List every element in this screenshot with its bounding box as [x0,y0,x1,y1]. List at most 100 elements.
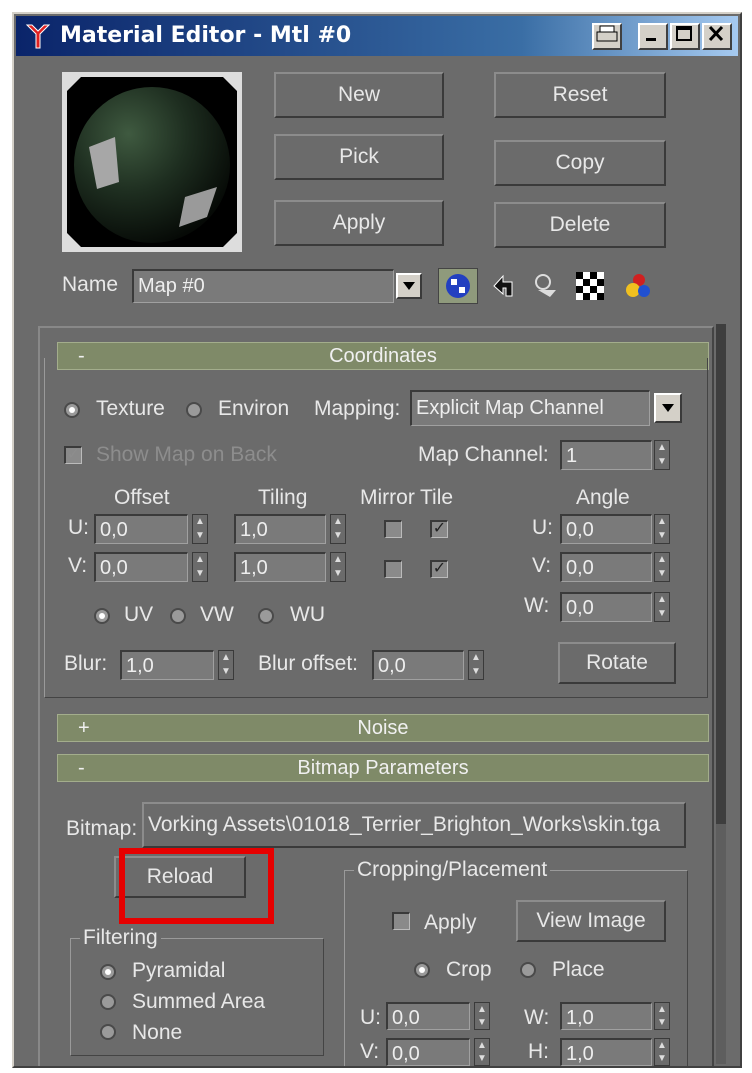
offset-v-field[interactable]: 0,0 [94,552,188,582]
name-label: Name [62,273,119,296]
rotate-button[interactable]: Rotate [558,642,676,684]
cropping-placement-title: Cropping/Placement [354,858,551,882]
none-radio[interactable] [100,1024,116,1040]
crop-w-spinner[interactable]: ▲ ▼ [654,1002,670,1030]
tiling-v-field[interactable]: 1,0 [234,552,326,582]
angle-v-label: V: [532,554,552,577]
crop-u-spinner[interactable]: ▲ ▼ [474,1002,490,1030]
crop-apply-checkbox[interactable] [392,912,410,930]
tiling-u-spinner[interactable]: ▲ ▼ [330,514,346,544]
tiling-v-spinner[interactable]: ▲ ▼ [330,552,346,582]
material-preview-slot[interactable] [62,72,242,252]
crop-v-field[interactable]: 0,0 [386,1038,470,1066]
blur-offset-label: Blur offset: [258,652,358,675]
pick-button[interactable]: Pick [274,134,444,180]
bitmap-parameters-title: Bitmap Parameters [297,757,469,779]
crop-u-field[interactable]: 0,0 [386,1002,470,1030]
blur-spinner[interactable]: ▲ ▼ [218,650,234,680]
angle-v-field[interactable]: 0,0 [560,552,652,582]
print-icon[interactable] [592,23,622,50]
rollout-scrollbar[interactable] [716,324,726,1064]
tiling-u-field[interactable]: 1,0 [234,514,326,544]
angle-v-spinner[interactable]: ▲ ▼ [654,552,670,582]
copy-button[interactable]: Copy [494,140,666,186]
map-properties-icon[interactable] [622,270,656,302]
close-button[interactable] [702,23,732,50]
mapping-label: Mapping: [314,397,401,420]
uv-label: UV [124,603,154,626]
go-forward-icon[interactable] [530,270,564,302]
texture-radio[interactable] [64,402,80,418]
pyramidal-label: Pyramidal [132,959,226,982]
blur-offset-field[interactable]: 0,0 [372,650,464,680]
app-logo-icon [25,24,51,49]
tiling-header: Tiling [258,486,308,509]
map-channel-label: Map Channel: [418,443,549,466]
reset-button[interactable]: Reset [494,72,666,118]
offset-v-label: V: [68,554,88,577]
blur-field[interactable]: 1,0 [120,650,214,680]
show-map-on-back-checkbox[interactable]: ✓ [64,446,82,464]
show-background-icon[interactable] [574,270,606,302]
texture-label: Texture [96,397,165,420]
crop-w-field[interactable]: 1,0 [560,1002,652,1030]
crop-w-label: W: [524,1006,550,1029]
environ-radio[interactable] [186,402,202,418]
angle-header: Angle [576,486,630,509]
delete-button[interactable]: Delete [494,202,666,248]
apply-button[interactable]: Apply [274,200,444,246]
name-dropdown-button[interactable] [396,273,422,299]
crop-v-spinner[interactable]: ▲ ▼ [474,1038,490,1066]
wu-radio[interactable] [258,608,274,624]
blur-label: Blur: [64,652,108,675]
tile-v-checkbox[interactable]: ✓ [430,560,448,578]
bitmap-path-button[interactable]: Vorking Assets\01018_Terrier_Brighton_Wo… [142,802,686,848]
crop-v-label: V: [360,1040,380,1063]
uv-radio[interactable] [94,608,110,624]
go-to-parent-icon[interactable] [488,270,518,302]
offset-u-field[interactable]: 0,0 [94,514,188,544]
summed-area-radio[interactable] [100,994,116,1010]
minimize-button[interactable] [638,23,668,50]
noise-title: Noise [357,717,409,739]
map-channel-spinner[interactable]: ▲ ▼ [654,440,670,470]
blur-offset-spinner[interactable]: ▲ ▼ [468,650,484,680]
chevron-down-icon [403,282,415,290]
noise-rollout-header[interactable]: + Noise [57,714,709,742]
window-title: Material Editor - Mtl #0 [60,23,352,48]
crop-h-spinner[interactable]: ▲ ▼ [654,1038,670,1066]
scrollbar-thumb[interactable] [716,324,726,824]
bitmap-parameters-rollout-header[interactable]: - Bitmap Parameters [57,754,709,782]
angle-w-label: W: [524,594,550,617]
name-field[interactable]: Map #0 [132,269,394,303]
map-channel-field[interactable]: 1 [560,440,652,470]
mirror-u-checkbox[interactable] [384,520,402,538]
crop-apply-label: Apply [424,911,477,934]
mirror-v-checkbox[interactable] [384,560,402,578]
wu-label: WU [290,603,325,626]
bitmap-label: Bitmap: [66,817,138,840]
crop-h-label: H: [528,1040,549,1063]
angle-w-spinner[interactable]: ▲ ▼ [654,592,670,622]
pyramidal-radio[interactable] [100,964,116,980]
view-image-button[interactable]: View Image [516,900,666,942]
crop-radio[interactable] [414,962,430,978]
title-bar[interactable]: Material Editor - Mtl #0 [16,16,738,56]
maximize-button[interactable] [670,23,700,50]
crop-u-label: U: [360,1006,381,1029]
offset-u-spinner[interactable]: ▲ ▼ [192,514,208,544]
mapping-dropdown[interactable]: Explicit Map Channel [410,390,650,426]
offset-v-spinner[interactable]: ▲ ▼ [192,552,208,582]
map-type-button[interactable] [438,268,478,304]
mapping-dropdown-button[interactable] [654,393,682,423]
vw-radio[interactable] [170,608,186,624]
angle-u-field[interactable]: 0,0 [560,514,652,544]
chevron-down-icon [662,404,674,412]
angle-u-spinner[interactable]: ▲ ▼ [654,514,670,544]
none-label: None [132,1021,183,1044]
crop-h-field[interactable]: 1,0 [560,1038,652,1066]
tile-u-checkbox[interactable]: ✓ [430,520,448,538]
place-radio[interactable] [520,962,536,978]
angle-w-field[interactable]: 0,0 [560,592,652,622]
new-button[interactable]: New [274,72,444,118]
